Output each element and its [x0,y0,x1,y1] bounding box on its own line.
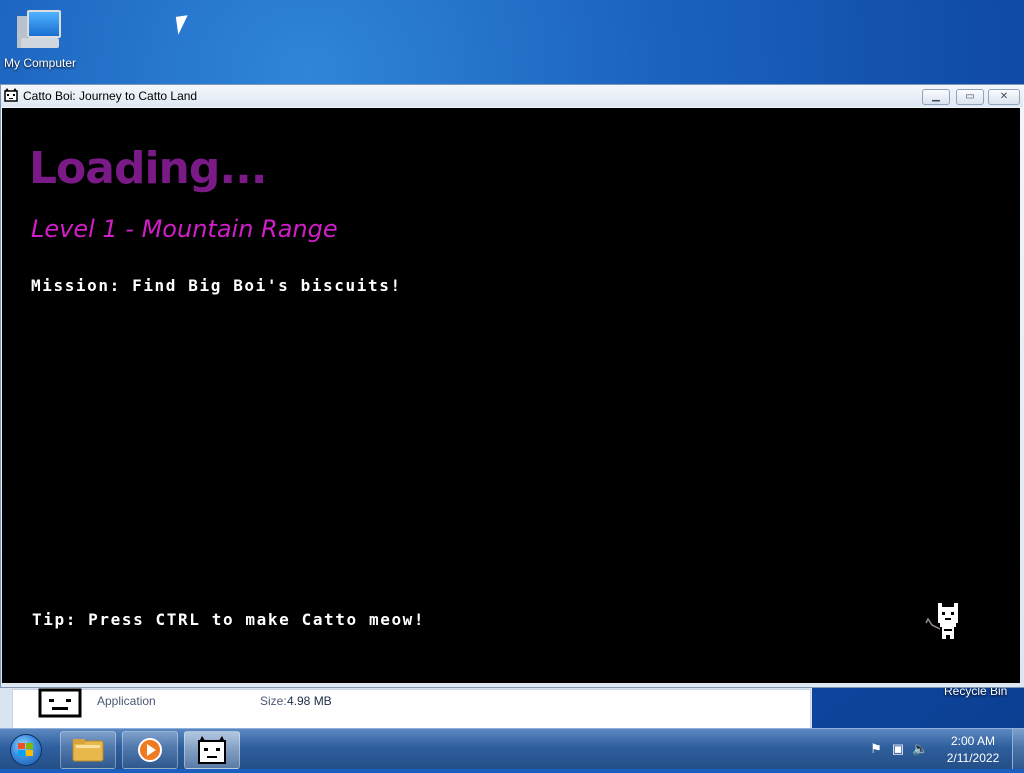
cat-face-icon [4,88,18,102]
maximize-button[interactable]: ▭ [956,89,984,105]
cat-sprite-icon [925,603,958,639]
folder-icon [72,739,104,762]
clock-date[interactable]: 2/11/2022 [944,751,1002,765]
taskbar-media-player-button[interactable] [122,731,178,769]
show-desktop-button[interactable] [1012,729,1024,769]
loading-title: Loading... [29,143,267,194]
computer-icon [17,8,63,54]
media-player-icon [138,738,162,762]
title-bar[interactable]: Catto Boi: Journey to Catto Land ▁ ▭ ✕ [1,85,1023,107]
cat-face-icon [38,688,82,718]
taskbar: ⚑ ▣ 🔈 2:00 AM 2/11/2022 [0,728,1024,769]
level-title: Level 1 - Mountain Range [31,215,338,243]
cat-face-icon [198,736,226,764]
windows-start-icon [10,734,42,766]
file-size-value: 4.98 MB [287,694,332,708]
taskbar-explorer-button[interactable] [60,731,116,769]
file-type-label: Application [97,694,156,708]
start-button[interactable] [4,731,48,767]
network-icon[interactable]: ▣ [890,741,906,757]
desktop-icon-label: My Computer [3,56,77,70]
tip-text: Tip: Press CTRL to make Catto meow! [32,610,426,629]
mouse-cursor-icon [175,15,191,35]
window-title: Catto Boi: Journey to Catto Land [23,89,198,103]
maximize-icon: ▭ [965,91,975,102]
close-icon: ✕ [999,91,1009,102]
volume-icon[interactable]: 🔈 [912,741,928,757]
game-window: Catto Boi: Journey to Catto Land ▁ ▭ ✕ L… [0,84,1024,688]
action-center-icon[interactable]: ⚑ [868,741,884,757]
game-canvas[interactable]: Loading... Level 1 - Mountain Range Miss… [2,108,1020,683]
clock-time[interactable]: 2:00 AM [946,734,1000,748]
minimize-icon: ▁ [932,91,940,102]
mission-text: Mission: Find Big Boi's biscuits! [31,276,402,295]
desktop-icon-my-computer[interactable]: My Computer [2,8,78,70]
minimize-button[interactable]: ▁ [922,89,950,105]
file-size-label: Size: [260,694,287,708]
close-button[interactable]: ✕ [988,89,1020,105]
taskbar-game-button[interactable] [184,731,240,769]
